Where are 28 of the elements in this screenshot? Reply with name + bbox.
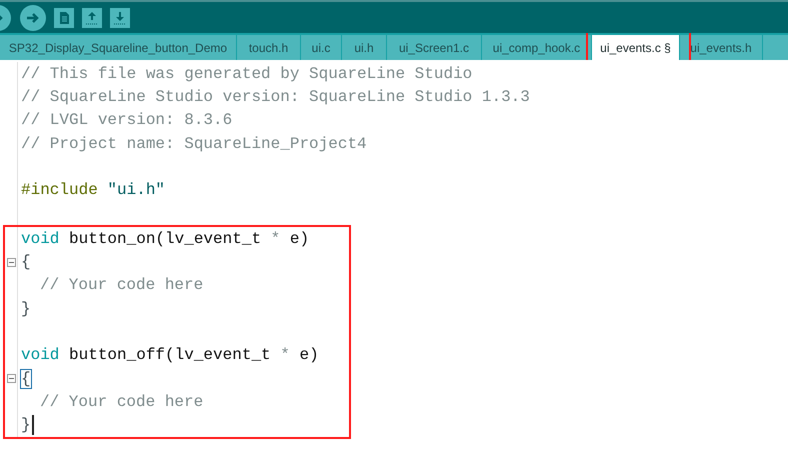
code-line: // This file was generated by SquareLine Studio (21, 64, 472, 85)
file-tab[interactable]: ui.c (301, 35, 342, 60)
upload-icon[interactable] (82, 8, 102, 28)
code-line: } (21, 298, 31, 320)
code-line: #include "ui.h" (21, 180, 166, 202)
file-tab[interactable]: ui_events.h (680, 35, 763, 60)
file-tab[interactable]: SP32_Display_Squareline_button_Demo (0, 35, 237, 60)
code-line: // Your code here (40, 275, 204, 296)
fold-icon[interactable] (7, 374, 16, 383)
code-line: } (21, 415, 31, 436)
code-line: // LVGL version: 8.3.6 (21, 110, 232, 132)
code-line: // SquareLine Studio version: SquareLine Studio 1.3.3 (21, 86, 530, 108)
code-line: { (21, 368, 31, 390)
file-tab[interactable]: ui_events.c § (592, 35, 680, 60)
download-icon[interactable] (110, 8, 130, 28)
code-line: // Project name: SquareLine_Project4 (21, 134, 367, 155)
document-icon[interactable] (54, 8, 74, 28)
arrow-right-icon[interactable] (20, 4, 46, 30)
code-line: { (21, 252, 31, 274)
fold-icon[interactable] (7, 258, 16, 267)
code-line: void button_off(lv_event_t * e) (21, 345, 319, 366)
file-tab[interactable]: ui.h (342, 35, 387, 60)
file-tab[interactable]: touch.h (237, 35, 301, 60)
code-line: // Your code here (40, 392, 204, 413)
file-tab[interactable]: ui_comp_hook.c (482, 35, 592, 60)
file-tab[interactable]: ui_Screen1.c (387, 35, 482, 60)
verify-icon[interactable] (0, 4, 12, 30)
code-line: void button_on(lv_event_t * e) (21, 228, 310, 250)
